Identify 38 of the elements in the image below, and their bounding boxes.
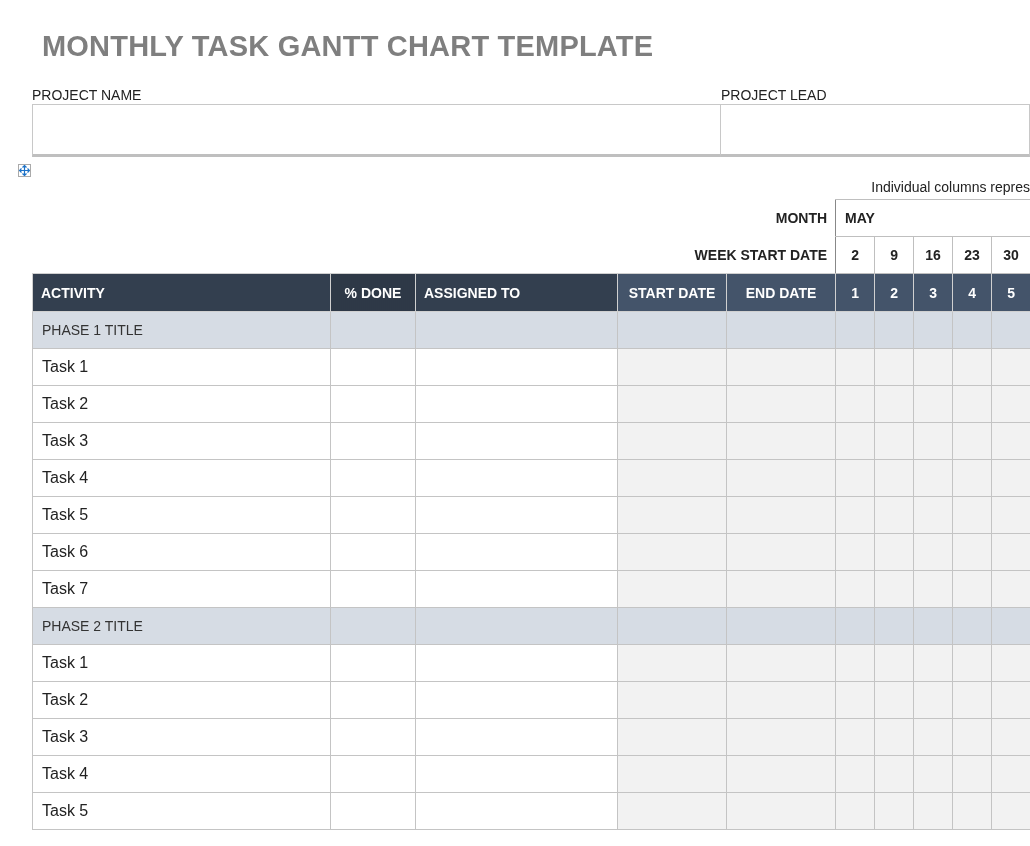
date-cell: 16	[913, 236, 953, 274]
field-label: PROJECT LEAD	[721, 87, 828, 104]
task-name: Task 3	[32, 422, 331, 460]
column-header: % DONE	[330, 273, 416, 312]
task-name: Task 5	[32, 792, 331, 830]
phase-title: PHASE 1 TITLE	[32, 311, 331, 349]
task-name: Task 6	[32, 533, 331, 571]
task-name: Task 1	[32, 644, 331, 682]
column-header: 4	[952, 273, 992, 312]
date-cell: 23	[952, 236, 992, 274]
phase-title: PHASE 2 TITLE	[32, 607, 331, 645]
task-name: Task 2	[32, 681, 331, 719]
input-field[interactable]	[721, 104, 1030, 157]
column-header: ACTIVITY	[32, 273, 331, 312]
task-name: Task 4	[32, 459, 331, 497]
input-field[interactable]	[32, 104, 721, 157]
column-header: 5	[991, 273, 1030, 312]
field-label: PROJECT NAME	[32, 87, 143, 104]
month-cell: MAY	[835, 199, 1030, 237]
row-label: MONTH	[775, 210, 828, 226]
row-label: WEEK START DATE	[694, 246, 828, 263]
task-name: Task 1	[32, 348, 331, 386]
task-name: Task 2	[32, 385, 331, 423]
task-name: Task 3	[32, 718, 331, 756]
task-name: Task 5	[32, 496, 331, 534]
note-text: Individual columns repres	[870, 179, 1030, 197]
column-header: ASSIGNED TO	[415, 273, 618, 312]
column-header: START DATE	[617, 273, 727, 312]
column-header: 1	[835, 273, 875, 312]
date-cell: 9	[874, 236, 914, 274]
column-header: END DATE	[726, 273, 836, 312]
move-handle-icon[interactable]	[18, 164, 31, 177]
column-header: 2	[874, 273, 914, 312]
page-title: MONTHLY TASK GANTT CHART TEMPLATE	[41, 29, 655, 64]
task-name: Task 7	[32, 570, 331, 608]
date-cell: 2	[835, 236, 875, 274]
task-name: Task 4	[32, 755, 331, 793]
column-header: 3	[913, 273, 953, 312]
